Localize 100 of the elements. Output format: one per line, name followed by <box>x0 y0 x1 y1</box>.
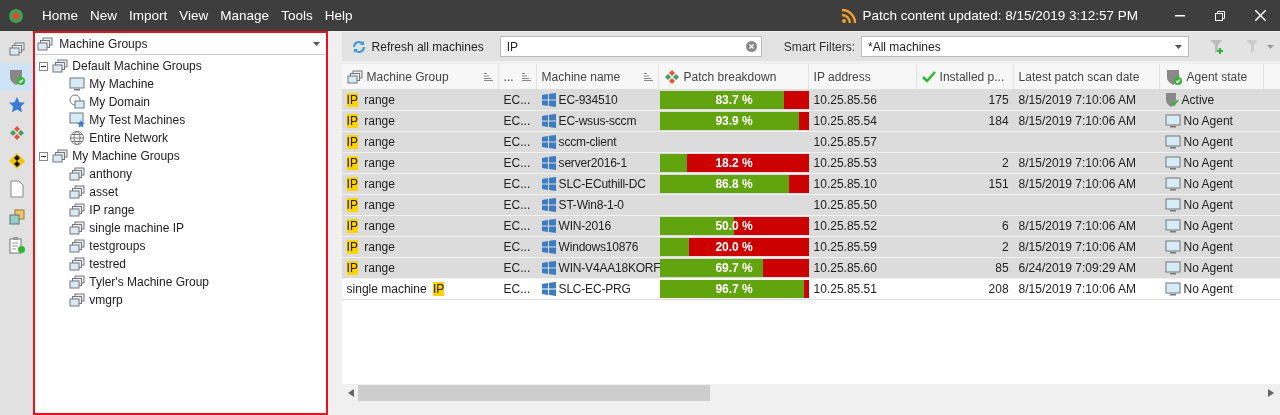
table-cell-text: IP range <box>345 260 396 277</box>
table-row[interactable]: IP range EC... ST-Win8-1-0 10.25.85.50 No Agent <box>341 195 1280 216</box>
tree-item[interactable]: testgroups <box>89 239 146 253</box>
tree-item[interactable]: Tyler's Machine Group <box>89 275 210 289</box>
tree-item[interactable]: IP range <box>89 203 135 217</box>
sort-icon <box>483 72 493 81</box>
table-cell-text: IP range <box>345 134 396 151</box>
machine-group-icon <box>52 149 69 163</box>
column-header[interactable]: Installed p... <box>916 64 1014 89</box>
machine-group-icon <box>69 239 86 253</box>
table-cell-text: 10.25.85.53 <box>812 155 878 172</box>
column-header[interactable]: Agent state <box>1159 64 1264 89</box>
column-header[interactable]: Machine Group <box>341 64 499 89</box>
tree-item[interactable]: anthony <box>89 167 133 181</box>
table-row[interactable]: IP range EC... Windows10876 20.0 % 10.25.85.59 2 8/15/2019 7:10:06 AM No Agent <box>341 237 1280 258</box>
menu-item[interactable]: Import <box>129 8 168 23</box>
table-row[interactable]: IP range EC... EC-934510 83.7 % 10.25.85.56 175 8/15/2019 7:10:06 AM Active <box>341 90 1280 111</box>
menu-item[interactable]: Tools <box>281 8 313 23</box>
column-header[interactable]: ... <box>498 64 537 89</box>
close-icon[interactable] <box>1254 10 1266 21</box>
refresh-button[interactable]: Refresh all machines <box>351 39 494 54</box>
table-cell-text: EC... <box>502 260 532 277</box>
menu-item[interactable]: Home <box>42 8 78 23</box>
tree-item[interactable]: single machine IP <box>89 221 185 235</box>
table-cell-text: EC... <box>502 134 532 151</box>
patch-percent: 18.2 % <box>715 156 753 170</box>
menu-item[interactable]: Manage <box>220 8 270 23</box>
table-cell: 2 <box>1001 240 1009 254</box>
smart-filter-dropdown[interactable]: *All machines <box>861 36 1189 57</box>
patch-icon <box>8 125 25 141</box>
tree-item[interactable]: testred <box>89 257 127 271</box>
table-cell: 208 <box>988 282 1009 296</box>
app-logo-icon <box>8 7 24 24</box>
column-header[interactable]: IP address <box>808 64 917 89</box>
table-row[interactable]: IP range EC... WIN-V4AA18KORF 69.7 % 10.25.85.60 85 6/24/2019 7:09:29 AM No Agent <box>341 258 1280 279</box>
table-row[interactable]: IP range EC... EC-wsus-sccm 93.9 % 10.25.85.54 184 8/15/2019 7:10:06 AM No Agent <box>341 111 1280 132</box>
scrollbar-thumb[interactable] <box>357 384 710 401</box>
table-cell-text: IP range <box>345 197 396 214</box>
table-cell: 8/15/2019 7:10:06 AM <box>1018 156 1136 170</box>
table-cell: No Agent <box>1183 261 1233 275</box>
table-cell: No Agent <box>1183 135 1233 149</box>
table-row[interactable]: IP range EC... SLC-ECuthill-DC 86.8 % 10.25.85.10 151 8/15/2019 7:10:06 AM No Agent <box>341 174 1280 195</box>
column-header[interactable]: Patch breakdown <box>658 64 809 89</box>
caret-icon <box>1175 44 1182 49</box>
table-row[interactable]: IP range EC... sccm-client 10.25.85.57 No Agent <box>341 132 1280 153</box>
table-cell: EC-934510 <box>558 93 618 107</box>
table-cell-text: IP range <box>345 239 396 256</box>
collapse-icon[interactable] <box>39 61 49 71</box>
table-cell-text: IP range <box>345 113 396 130</box>
monitor-icon <box>1164 261 1181 275</box>
checkmark-icon <box>921 70 936 83</box>
rss-icon <box>840 7 857 24</box>
machine-group-icon <box>346 69 363 84</box>
clipboard-check-icon <box>7 236 26 254</box>
collapse-icon[interactable] <box>39 151 49 161</box>
table-row[interactable]: IP range EC... server2016-1 18.2 % 10.25.85.53 2 8/15/2019 7:10:06 AM No Agent <box>341 153 1280 174</box>
patch-percent: 69.7 % <box>715 261 753 275</box>
tree-item[interactable]: My Machine <box>89 77 155 91</box>
tree-item[interactable]: Default Machine Groups <box>72 59 202 73</box>
table-cell: 8/15/2019 7:10:06 AM <box>1018 240 1136 254</box>
menu-item[interactable]: View <box>179 8 209 23</box>
tree-item[interactable]: My Domain <box>89 95 151 109</box>
table-cell: 2 <box>1001 156 1009 170</box>
monitor-icon <box>69 77 86 91</box>
menu-item[interactable]: New <box>90 8 118 23</box>
table-row[interactable]: single machine IP EC... SLC-EC-PRG 96.7 % 10.25.85.51 208 8/15/2019 7:10:06 AM No Agent <box>341 279 1280 300</box>
domain-icon <box>69 94 86 110</box>
tree-item[interactable]: My Machine Groups <box>72 149 180 163</box>
tree-item[interactable]: Entire Network <box>89 131 169 145</box>
group-dropdown[interactable]: Machine Groups <box>35 33 326 55</box>
table-cell-text: IP range <box>345 176 396 193</box>
table-cell: server2016-1 <box>558 156 627 170</box>
table-cell: No Agent <box>1183 177 1233 191</box>
table-cell-text: EC... <box>502 281 532 298</box>
scroll-right-icon[interactable] <box>1268 388 1274 397</box>
diamond-icon <box>7 152 26 170</box>
table-cell-text: single machine IP <box>345 281 446 298</box>
table-cell: 8/15/2019 7:10:06 AM <box>1018 219 1136 233</box>
table-cell-text: 10.25.85.56 <box>812 92 878 109</box>
shield-check-icon <box>1164 92 1179 108</box>
table-cell: 8/15/2019 7:10:06 AM <box>1018 114 1136 128</box>
menu-item[interactable]: Help <box>324 8 353 23</box>
column-header[interactable]: Machine name <box>536 64 659 89</box>
overlapping-squares-icon <box>7 208 26 226</box>
search-field[interactable]: IP <box>499 36 762 57</box>
sort-icon <box>643 72 653 81</box>
tree-item[interactable]: vmgrp <box>89 293 123 307</box>
restore-icon[interactable] <box>1215 10 1225 21</box>
tree-item[interactable]: My Test Machines <box>89 113 186 127</box>
column-header[interactable]: Latest patch scan date <box>1013 64 1160 89</box>
scroll-left-icon[interactable] <box>347 388 354 397</box>
minimize-icon[interactable] <box>1175 14 1185 17</box>
sort-icon <box>521 72 531 81</box>
machine-group-icon <box>37 36 54 51</box>
refresh-icon <box>351 39 366 54</box>
monitor-icon <box>1164 135 1181 149</box>
tree-item[interactable]: asset <box>89 185 119 199</box>
shield-check-icon <box>1164 67 1183 86</box>
clear-icon[interactable] <box>745 41 757 52</box>
monitor-icon <box>1164 156 1181 170</box>
